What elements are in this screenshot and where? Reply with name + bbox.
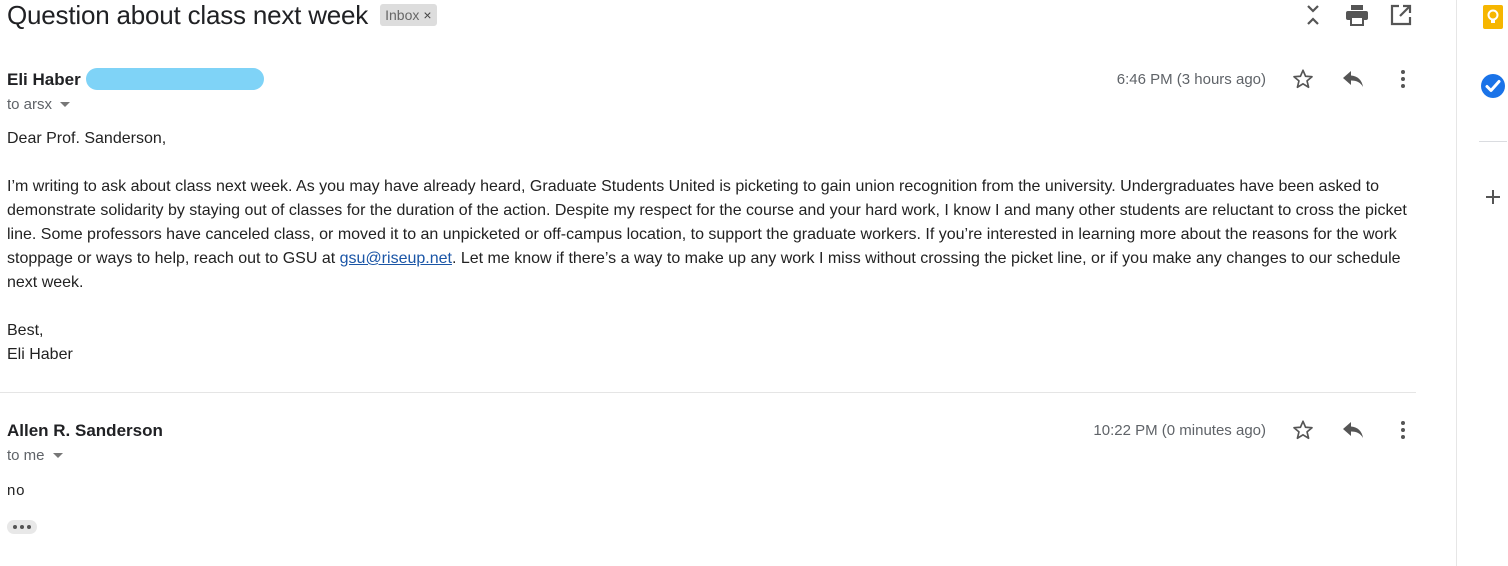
redacted-email-address: [86, 68, 264, 90]
dot: [27, 525, 31, 529]
open-new-window-icon[interactable]: [1388, 2, 1414, 28]
gsu-email-link[interactable]: gsu@riseup.net: [340, 250, 452, 267]
tasks-icon[interactable]: [1479, 72, 1507, 100]
reply-body: no: [7, 482, 26, 499]
label-text: Inbox: [385, 7, 420, 23]
keep-icon[interactable]: [1479, 3, 1507, 31]
thread-subject: Question about class next week: [7, 0, 369, 30]
more-vert-icon[interactable]: [1390, 66, 1416, 92]
side-panel: [1456, 0, 1508, 566]
message-meta: 6:46 PM (3 hours ago): [1117, 62, 1416, 96]
reply-icon[interactable]: [1340, 417, 1366, 443]
dot: [20, 525, 24, 529]
recipient-details-toggle[interactable]: to me: [7, 447, 63, 464]
show-trimmed-content-button[interactable]: [7, 520, 37, 534]
inbox-label-chip[interactable]: Inbox ×: [380, 4, 437, 26]
reply-icon[interactable]: [1340, 66, 1366, 92]
subject-row: Question about class next week Inbox ×: [7, 0, 437, 30]
caret-down-icon: [52, 453, 63, 458]
signature: Eli Haber: [7, 346, 73, 363]
add-icon[interactable]: [1479, 183, 1507, 211]
more-vert-icon[interactable]: [1390, 417, 1416, 443]
collapse-icon[interactable]: [1300, 2, 1326, 28]
message-divider: [0, 392, 1416, 393]
body-paragraph: I’m writing to ask about class next week…: [7, 175, 1407, 295]
sender-name[interactable]: Allen R. Sanderson: [7, 421, 163, 441]
closing: Best,: [7, 322, 44, 339]
recipient-text: to me: [7, 447, 45, 464]
thread-toolbar: [1300, 2, 1414, 28]
side-panel-divider: [1479, 141, 1507, 142]
star-icon[interactable]: [1290, 66, 1316, 92]
star-icon[interactable]: [1290, 417, 1316, 443]
message-meta: 10:22 PM (0 minutes ago): [1093, 413, 1416, 447]
greeting: Dear Prof. Sanderson,: [7, 130, 167, 147]
remove-label-button[interactable]: ×: [423, 4, 431, 26]
recipient-details-toggle[interactable]: to arsx: [7, 96, 71, 113]
sender-name[interactable]: Eli Haber: [7, 70, 81, 90]
caret-down-icon: [60, 102, 71, 107]
print-icon[interactable]: [1344, 2, 1370, 28]
email-thread-view: Question about class next week Inbox × E…: [0, 0, 1430, 566]
message-timestamp: 10:22 PM (0 minutes ago): [1093, 421, 1266, 439]
recipient-text: to arsx: [7, 96, 53, 113]
message-timestamp: 6:46 PM (3 hours ago): [1116, 70, 1266, 88]
dot: [13, 525, 17, 529]
message-body: Dear Prof. Sanderson, I’m writing to ask…: [7, 127, 1407, 367]
